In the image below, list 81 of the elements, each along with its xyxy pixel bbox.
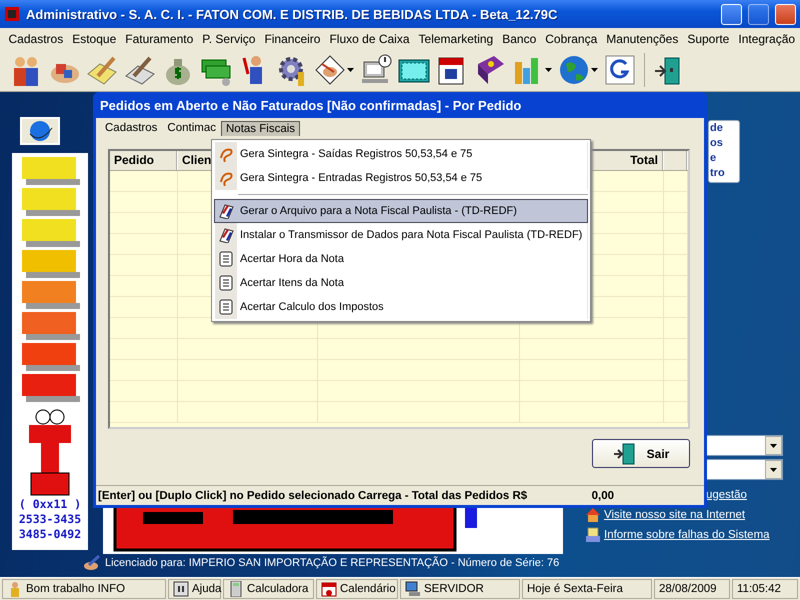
phone-number: 2533-3435: [18, 512, 82, 527]
f1-key-icon[interactable]: [173, 581, 189, 597]
computer-alert-icon[interactable]: [360, 54, 392, 86]
letter-g-icon[interactable]: [604, 54, 636, 86]
globe-icon: [27, 120, 53, 142]
menu-item[interactable]: Acertar Itens da Nota: [214, 271, 588, 295]
calendar-icon[interactable]: [321, 581, 337, 597]
menu-item[interactable]: Cadastros: [100, 120, 162, 136]
pen-hand-icon: [83, 555, 101, 571]
pencil-paper-icon[interactable]: [124, 54, 156, 86]
maximize-button[interactable]: [748, 4, 769, 24]
menu-item[interactable]: Telemarketing: [414, 32, 498, 46]
menu-item[interactable]: Gerar o Arquivo para a Nota Fiscal Paulista - (TD-REDF): [214, 199, 588, 223]
flag-icon: [218, 227, 234, 243]
menu-item[interactable]: Faturamento: [120, 32, 198, 46]
app-icon: [4, 6, 20, 22]
minimize-button[interactable]: [721, 4, 742, 24]
calculator-icon[interactable]: [228, 581, 244, 597]
house-icon: [585, 506, 601, 522]
status-text: Hoje é Sexta-Feira: [527, 583, 623, 595]
menu-item[interactable]: Acertar Calculo dos Impostos: [214, 295, 588, 319]
column-header[interactable]: Pedido: [110, 151, 178, 170]
menu-item[interactable]: Suporte: [682, 32, 734, 46]
info-text: e: [710, 151, 718, 166]
menu-item[interactable]: Banco: [498, 32, 541, 46]
computer-icon: [405, 581, 421, 597]
dropdown-caret-icon[interactable]: [591, 68, 598, 72]
close-button[interactable]: [775, 4, 796, 24]
document-icon: [218, 275, 234, 291]
menu-item[interactable]: Contimac: [162, 120, 221, 136]
status-text: Bom trabalho INFO: [26, 583, 126, 595]
hand-pen-icon[interactable]: [314, 54, 346, 86]
info-text: os: [710, 136, 724, 151]
document-icon: [218, 299, 234, 315]
phone-number: 3485-0492: [18, 527, 82, 542]
link[interactable]: Informe sobre falhas do Sistema: [604, 528, 770, 540]
dropdown-caret-icon[interactable]: [347, 68, 354, 72]
menu-item[interactable]: P. Serviço: [198, 32, 260, 46]
window-title: Administrativo - S. A. C. I. - FATON COM. E DISTRIB. DE BEBIDAS LTDA - Beta_12.79C: [26, 6, 558, 22]
menu-item[interactable]: Gera Sintegra - Saídas Registros 50,53,54 e 75: [214, 142, 588, 166]
status-text: 28/08/2009: [659, 583, 717, 595]
menu-item[interactable]: Instalar o Transmissor de Dados para Nota Fiscal Paulista (TD-REDF): [214, 223, 588, 247]
dialog-title: Pedidos em Aberto e Não Faturados [Não confirmadas] - Por Pedido: [99, 96, 522, 115]
phone-number: ( 0xx11 ): [18, 497, 82, 512]
document-icon: [218, 251, 234, 267]
globe-icon[interactable]: [558, 54, 590, 86]
menu-item[interactable]: Cadastros: [4, 32, 68, 46]
menu-item[interactable]: Manutenções: [602, 32, 683, 46]
exit-door-icon: [612, 442, 637, 464]
menu-item[interactable]: Cobrança: [540, 32, 602, 46]
dropdown-field[interactable]: [705, 435, 783, 456]
globe-button[interactable]: [20, 117, 60, 145]
status-text: Calendário: [340, 583, 396, 595]
dropdown-field[interactable]: [705, 459, 783, 480]
menu-item[interactable]: Fluxo de Caixa: [324, 32, 414, 46]
footer-text: [Enter] ou [Duplo Click] no Pedido selecionado Carrega - Total das Pedidos R$: [98, 490, 528, 502]
info-text: de: [710, 121, 724, 136]
exit-button[interactable]: Sair: [592, 439, 690, 468]
status-text: Ajuda: [192, 583, 222, 595]
menu-item[interactable]: Notas Fiscais: [221, 120, 300, 136]
status-text: Calculadora: [247, 583, 308, 595]
total-value: 0,00: [592, 490, 614, 502]
link[interactable]: ugestão: [706, 488, 747, 500]
menu-item[interactable]: Acertar Hora da Nota: [214, 247, 588, 271]
menu-item[interactable]: Financeiro: [260, 32, 325, 46]
license-text: Licenciado para: IMPERIO SAN IMPORTAÇÃO E REPRESENTAÇÃO - Número de Série: 76: [105, 557, 560, 569]
flag-icon: [218, 203, 234, 219]
status-text: 11:05:42: [737, 583, 781, 595]
swirl-icon: [218, 170, 234, 186]
note-icon: [585, 526, 601, 542]
menu-item[interactable]: Estoque: [68, 32, 121, 46]
link[interactable]: Visite nosso site na Internet: [604, 508, 746, 520]
dropdown-arrow-icon: [770, 468, 777, 472]
dropdown-caret-icon[interactable]: [545, 68, 552, 72]
menu-item[interactable]: Integração: [734, 32, 800, 46]
pencil-paper-icon[interactable]: [86, 54, 118, 86]
info-text: tro: [710, 166, 726, 181]
status-text: SERVIDOR: [424, 583, 484, 595]
swirl-icon: [218, 146, 234, 162]
menu-item[interactable]: Gera Sintegra - Entradas Registros 50,53,54 e 75: [214, 166, 588, 190]
dropdown-arrow-icon: [770, 444, 777, 448]
